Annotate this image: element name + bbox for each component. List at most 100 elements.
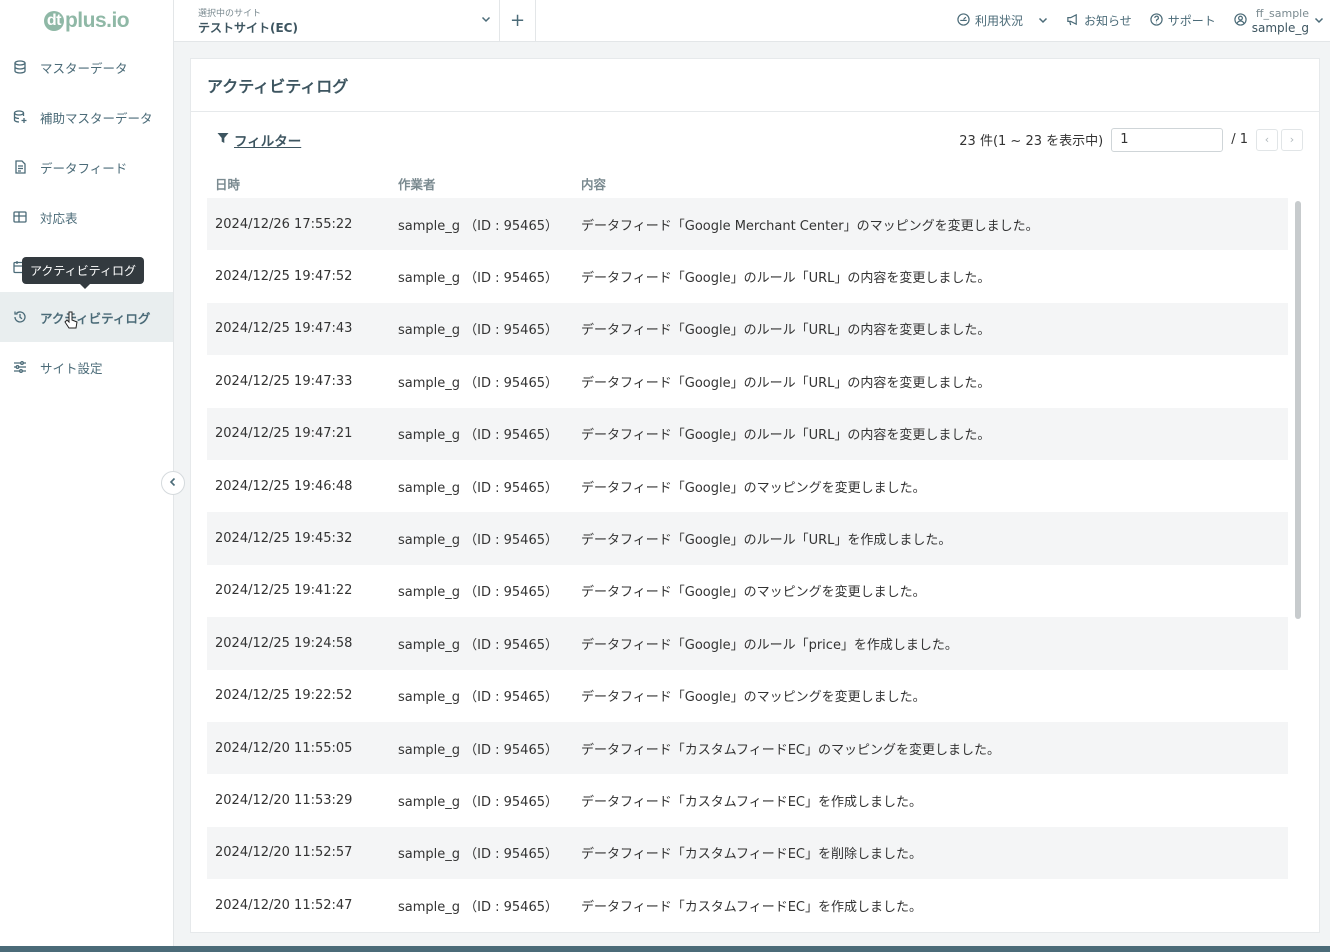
sidebar-item-master-data[interactable]: マスターデータ (0, 42, 173, 92)
add-site-button[interactable]: + (500, 0, 536, 42)
site-selector-caption: 選択中のサイト (198, 8, 262, 19)
table-row[interactable]: 2024/12/25 19:47:21 sample_g （ID : 95465）… (207, 407, 1288, 460)
row-user: sample_g （ID : 95465） (398, 847, 558, 863)
user-menu[interactable]: ff_sample sample_g (1234, 6, 1324, 36)
table-row[interactable]: 2024/12/26 17:55:22 sample_g （ID : 95465）… (207, 198, 1288, 251)
table-scrollbar[interactable] (1295, 201, 1301, 619)
row-user: sample_g （ID : 95465） (398, 533, 558, 549)
pagination: 23 件(1 ~ 23 を表示中) / 1 ‹ › (959, 127, 1303, 152)
row-content: データフィード「カスタムフィードEC」のマッピングを変更しました。 (581, 742, 1000, 758)
table-row[interactable]: 2024/12/25 19:41:22 sample_g （ID : 95465）… (207, 565, 1288, 617)
table-row[interactable]: 2024/12/25 19:24:58 sample_g （ID : 95465）… (207, 617, 1288, 670)
row-content: データフィード「Google」のルール「URL」の内容を変更しました。 (581, 323, 991, 339)
database-plus-icon (12, 109, 28, 125)
site-selector[interactable]: 選択中のサイト テストサイト(EC) (174, 0, 500, 42)
sidebar-collapse-button[interactable] (161, 471, 185, 495)
row-content: データフィード「Google」のマッピングを変更しました。 (581, 690, 926, 706)
row-content: データフィード「カスタムフィードEC」を作成しました。 (581, 899, 922, 915)
logo-text: plus.io (64, 9, 130, 32)
sidebar-item-label: 補助マスターデータ (40, 110, 153, 126)
row-user: sample_g （ID : 95465） (398, 218, 558, 234)
next-page-button[interactable]: › (1281, 128, 1303, 151)
log-table-body: 2024/12/26 17:55:22 sample_g （ID : 95465）… (207, 198, 1288, 931)
gauge-icon (957, 12, 970, 29)
activity-log-panel: アクティビティログ フィルター 23 件(1 ~ 23 を表示中) / 1 ‹ … (190, 58, 1320, 933)
sidebar-item-label: マスターデータ (40, 60, 128, 76)
usage-menu[interactable]: 利用状況 (957, 12, 1048, 29)
sidebar-tooltip: アクティビティログ (22, 257, 144, 289)
header-actions: 利用状況 お知らせ サポート ff_sample sample_g (957, 6, 1330, 36)
sidebar-item-mapping-table[interactable]: 対応表 (0, 192, 173, 242)
row-date: 2024/12/20 11:52:47 (215, 897, 353, 913)
row-user: sample_g （ID : 95465） (398, 637, 558, 653)
column-header-user[interactable]: 作業者 (398, 174, 581, 193)
row-user: sample_g （ID : 95465） (398, 899, 558, 915)
logo[interactable]: dt plus.io (0, 0, 173, 42)
row-user: sample_g （ID : 95465） (398, 690, 558, 706)
column-header-date[interactable]: 日時 (215, 174, 398, 193)
table-row[interactable]: 2024/12/25 19:47:33 sample_g （ID : 95465）… (207, 355, 1288, 407)
table-row[interactable]: 2024/12/25 19:45:32 sample_g （ID : 95465）… (207, 512, 1288, 565)
toolbar: フィルター 23 件(1 ~ 23 を表示中) / 1 ‹ › (191, 112, 1319, 167)
row-date: 2024/12/25 19:47:43 (215, 321, 353, 337)
sidebar: dt plus.io マスターデータ 補助マスターデータ データフィード 対応表 … (0, 0, 185, 946)
row-date: 2024/12/20 11:53:29 (215, 792, 353, 808)
user-icon (1234, 12, 1247, 29)
row-content: データフィード「Google」のルール「URL」を作成しました。 (581, 533, 952, 549)
row-date: 2024/12/25 19:47:21 (215, 426, 353, 442)
news-link[interactable]: お知らせ (1066, 12, 1132, 29)
row-user: sample_g （ID : 95465） (398, 271, 558, 287)
row-date: 2024/12/25 19:46:48 (215, 478, 353, 494)
chevron-left-icon (168, 476, 178, 491)
table-icon (12, 209, 28, 225)
sidebar-item-label: サイト設定 (40, 360, 103, 376)
bottom-bar (0, 946, 1330, 952)
sidebar-item-label: 対応表 (40, 210, 78, 226)
support-link[interactable]: サポート (1150, 12, 1216, 29)
chevron-left-icon: ‹ (1264, 133, 1270, 146)
logo-mark: dt (43, 11, 64, 31)
column-header-content[interactable]: 内容 (581, 174, 606, 193)
table-row[interactable]: 2024/12/25 19:22:52 sample_g （ID : 95465）… (207, 670, 1288, 722)
sidebar-item-sub-master-data[interactable]: 補助マスターデータ (0, 92, 173, 142)
chevron-down-icon (481, 13, 491, 28)
table-row[interactable]: 2024/12/20 11:55:05 sample_g （ID : 95465）… (207, 721, 1288, 775)
filter-button[interactable]: フィルター (217, 130, 301, 150)
row-user: sample_g （ID : 95465） (398, 742, 558, 758)
table-row[interactable]: 2024/12/20 11:52:47 sample_g （ID : 95465）… (207, 879, 1288, 931)
filter-label: フィルター (234, 133, 302, 150)
row-date: 2024/12/25 19:24:58 (215, 635, 353, 651)
table-header: 日時 作業者 内容 (191, 167, 1319, 199)
sidebar-item-label: データフィード (40, 160, 128, 176)
page-number-input[interactable] (1111, 127, 1224, 152)
row-content: データフィード「Google Merchant Center」のマッピングを変更… (581, 218, 1039, 234)
table-row[interactable]: 2024/12/25 19:46:48 sample_g （ID : 95465）… (207, 460, 1288, 512)
prev-page-button[interactable]: ‹ (1256, 128, 1278, 151)
table-row[interactable]: 2024/12/20 11:53:29 sample_g （ID : 95465）… (207, 774, 1288, 826)
row-date: 2024/12/20 11:52:57 (215, 845, 353, 861)
sidebar-item-data-feed[interactable]: データフィード (0, 142, 173, 192)
sidebar-item-activity-log[interactable]: アクティビティログ (0, 292, 173, 342)
site-selector-value: テストサイト(EC) (198, 20, 298, 35)
table-row[interactable]: 2024/12/25 19:47:43 sample_g （ID : 95465）… (207, 302, 1288, 356)
row-user: sample_g （ID : 95465） (398, 480, 558, 496)
row-date: 2024/12/25 19:22:52 (215, 688, 353, 704)
top-header: 選択中のサイト テストサイト(EC) + 利用状況 お知らせ サポート ff_s… (174, 0, 1330, 42)
row-user: sample_g （ID : 95465） (398, 585, 558, 601)
row-content: データフィード「Google」のルール「URL」の内容を変更しました。 (581, 375, 991, 391)
row-date: 2024/12/25 19:47:52 (215, 269, 353, 285)
sidebar-nav: マスターデータ 補助マスターデータ データフィード 対応表 アクティビティログ … (0, 42, 173, 392)
row-content: データフィード「Google」のマッピングを変更しました。 (581, 585, 926, 601)
row-user: sample_g （ID : 95465） (398, 428, 558, 444)
result-count: 23 件(1 ~ 23 を表示中) (959, 134, 1104, 149)
table-row[interactable]: 2024/12/20 11:52:57 sample_g （ID : 95465）… (207, 826, 1288, 880)
megaphone-icon (1066, 13, 1079, 29)
row-content: データフィード「Google」のマッピングを変更しました。 (581, 480, 926, 496)
filter-icon (217, 132, 229, 148)
sidebar-item-site-settings[interactable]: サイト設定 (0, 342, 173, 392)
chevron-down-icon (1314, 14, 1324, 28)
page-title: アクティビティログ (191, 59, 1319, 112)
table-row[interactable]: 2024/12/25 19:47:52 sample_g （ID : 95465）… (207, 250, 1288, 302)
row-content: データフィード「Google」のルール「URL」の内容を変更しました。 (581, 428, 991, 444)
account-name: ff_sample (1255, 6, 1309, 20)
